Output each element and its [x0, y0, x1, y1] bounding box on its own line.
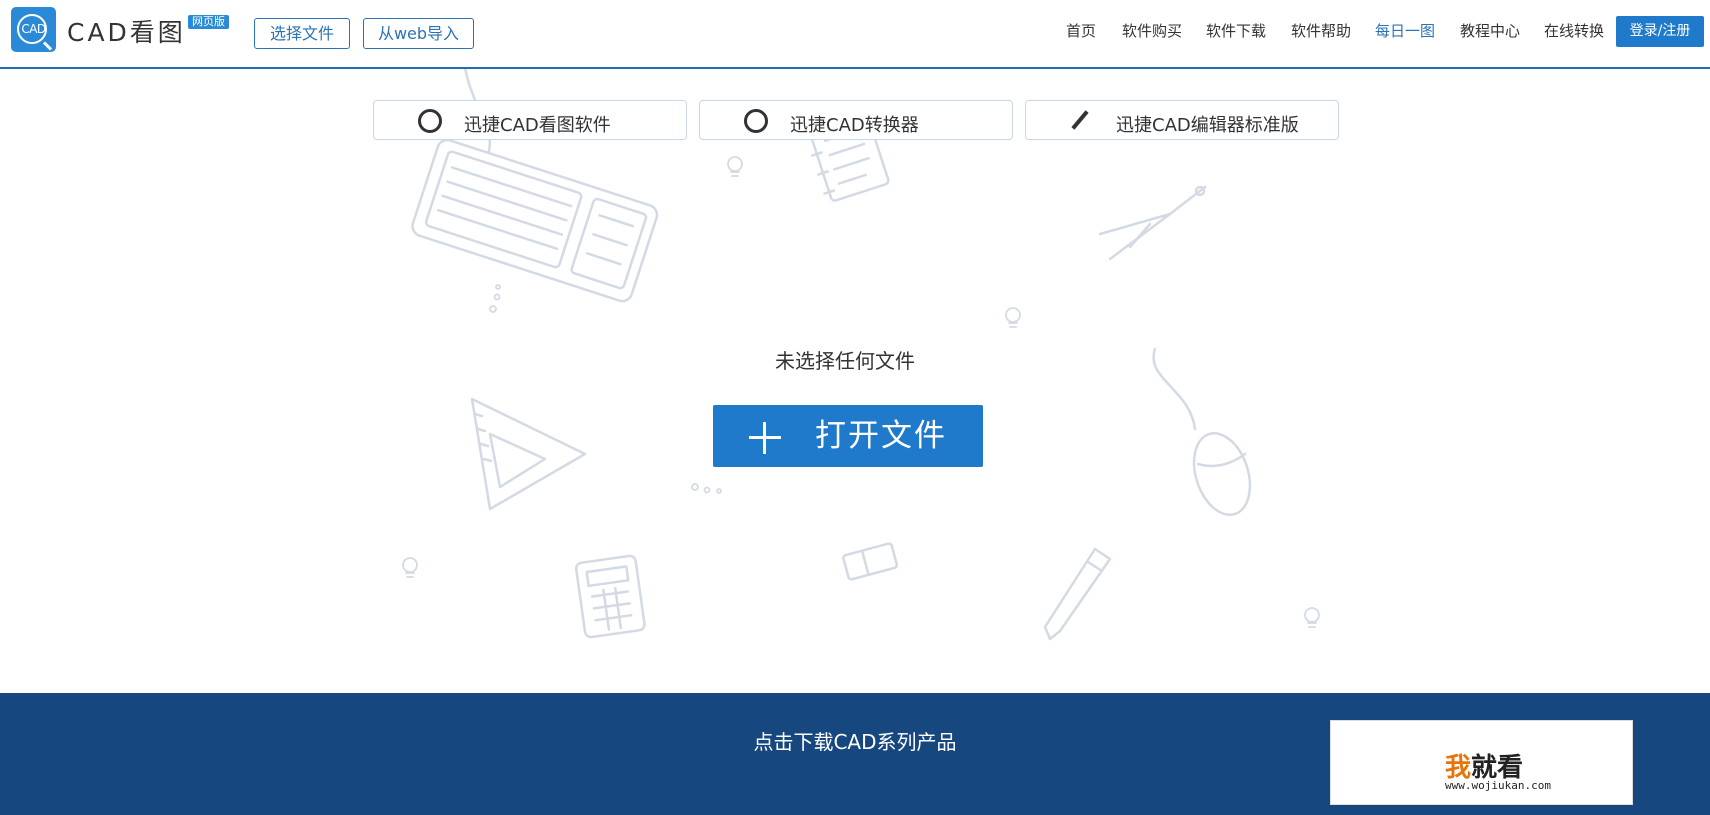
open-file-label: 打开文件 [815, 418, 947, 454]
product-cad-editor[interactable]: 迅捷CAD编辑器标准版 [1025, 100, 1339, 140]
login-register-button[interactable]: 登录/注册 [1616, 16, 1704, 47]
open-file-button[interactable]: 打开文件 [713, 405, 983, 467]
select-file-button[interactable]: 选择文件 [254, 18, 350, 49]
nav-daily-drawing[interactable]: 每日一图 [1375, 20, 1435, 42]
nav-tutorials[interactable]: 教程中心 [1460, 20, 1520, 42]
product-label: 迅捷CAD转换器 [790, 115, 919, 136]
import-from-web-button[interactable]: 从web导入 [363, 18, 474, 49]
product-label: 迅捷CAD编辑器标准版 [1116, 115, 1299, 136]
calculator-doodle-icon [574, 554, 646, 639]
nav-download[interactable]: 软件下载 [1206, 20, 1266, 42]
nav-help[interactable]: 软件帮助 [1291, 20, 1351, 42]
cad-logo-icon[interactable]: CAD [11, 7, 56, 52]
compass-doodle-icon [1098, 185, 1207, 261]
top-bar: CAD CAD看图 网页版 选择文件 从web导入 首页 软件购买 软件下载 软… [0, 0, 1710, 69]
triangle-ruler-doodle-icon [470, 397, 587, 511]
nav-purchase[interactable]: 软件购买 [1122, 20, 1182, 42]
logo-text[interactable]: CAD看图 [67, 13, 186, 49]
watermark-url: www.wojiukan.com [1445, 779, 1551, 792]
nav-home[interactable]: 首页 [1066, 20, 1096, 42]
product-cad-converter[interactable]: 迅捷CAD转换器 [699, 100, 1013, 140]
web-version-badge: 网页版 [188, 15, 229, 29]
nav-online-convert[interactable]: 在线转换 [1544, 20, 1604, 42]
background-doodles [402, 69, 1320, 641]
no-file-selected-text: 未选择任何文件 [775, 349, 915, 373]
pencil-doodle-icon [1043, 547, 1112, 641]
product-cad-viewer[interactable]: 迅捷CAD看图软件 [373, 100, 687, 140]
drop-area[interactable]: 未选择任何文件 打开文件 [0, 69, 1710, 693]
search-icon [744, 109, 768, 133]
pencil-icon [1071, 110, 1089, 130]
plus-icon [749, 422, 781, 454]
site-watermark: 我就看 www.wojiukan.com [1330, 720, 1633, 805]
eraser-doodle-icon [842, 542, 899, 581]
search-icon [418, 109, 442, 133]
mouse-doodle-icon [1152, 347, 1252, 516]
logo-icon-text: CAD [21, 22, 46, 36]
product-label: 迅捷CAD看图软件 [464, 115, 611, 136]
